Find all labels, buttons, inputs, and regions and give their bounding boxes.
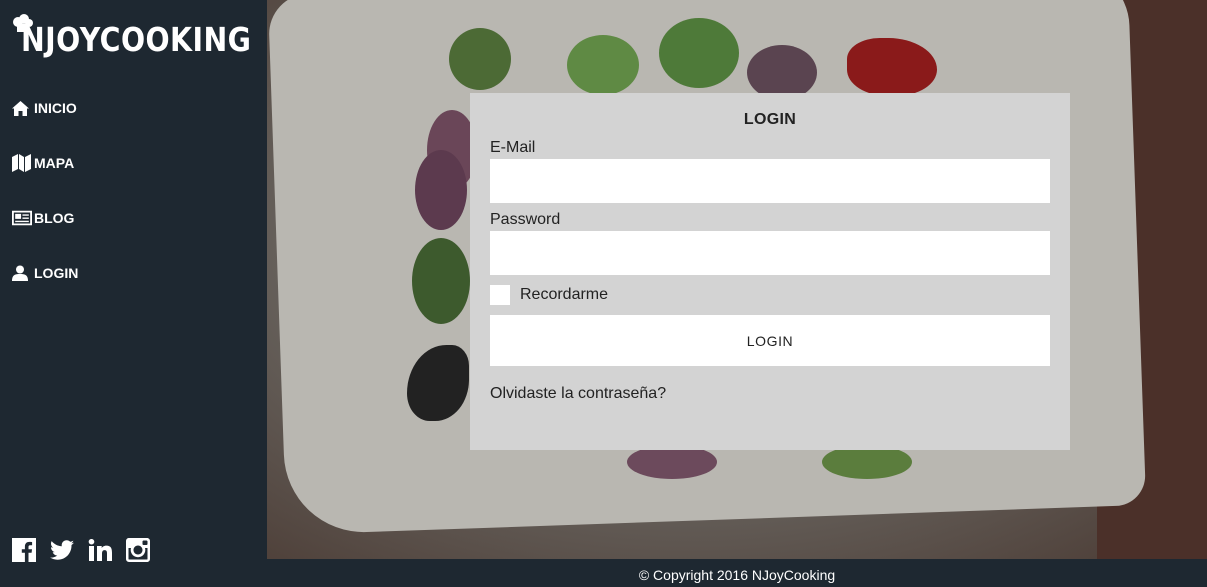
- linkedin-icon[interactable]: [88, 538, 112, 562]
- login-button[interactable]: LOGIN: [490, 315, 1050, 366]
- map-icon: [12, 154, 32, 172]
- sidebar: NJOYCOOKING INICIO MAPA BLOG LOGIN: [0, 0, 267, 587]
- footer: © Copyright 2016 NJoyCooking: [267, 559, 1207, 587]
- copyright-text: © Copyright 2016 NJoyCooking: [638, 567, 836, 583]
- tomatillo: [412, 238, 470, 324]
- forgot-password-link[interactable]: Olvidaste la contraseña?: [490, 385, 1050, 403]
- remember-checkbox[interactable]: [490, 285, 510, 305]
- email-label: E-Mail: [490, 139, 536, 156]
- nav-item-label: BLOG: [34, 210, 75, 226]
- tomatillo: [822, 445, 912, 479]
- tomatillo: [659, 18, 739, 88]
- user-icon: [12, 264, 32, 282]
- nav-item-login[interactable]: LOGIN: [12, 261, 78, 285]
- main-nav: INICIO MAPA BLOG LOGIN: [12, 96, 78, 316]
- password-field[interactable]: [490, 231, 1050, 275]
- nav-item-label: INICIO: [34, 100, 77, 116]
- remember-label: Recordarme: [520, 286, 609, 303]
- remember-row: Recordarme: [490, 285, 1050, 305]
- nav-item-label: LOGIN: [34, 265, 79, 281]
- brand-name: NJOYCOOKING: [21, 20, 252, 59]
- nav-item-mapa[interactable]: MAPA: [12, 151, 78, 175]
- nav-item-label: MAPA: [34, 155, 75, 171]
- login-title: LOGIN: [743, 111, 797, 128]
- email-field[interactable]: [490, 159, 1050, 203]
- facebook-icon[interactable]: [12, 538, 36, 562]
- newspaper-icon: [12, 209, 32, 227]
- purple-tomatillo: [415, 150, 467, 230]
- purple-tomatillo: [627, 445, 717, 479]
- tomatillo: [449, 28, 511, 90]
- password-label: Password: [490, 211, 561, 228]
- tomatillo: [567, 35, 639, 95]
- purple-tomatillo: [747, 45, 817, 100]
- nav-item-inicio[interactable]: INICIO: [12, 96, 78, 120]
- home-icon: [12, 99, 32, 117]
- twitter-icon[interactable]: [50, 538, 74, 562]
- social-links: [12, 538, 164, 562]
- nav-item-blog[interactable]: BLOG: [12, 206, 78, 230]
- instagram-icon[interactable]: [126, 538, 150, 562]
- login-panel: LOGIN E-Mail Password Recordarme LOGIN O…: [470, 93, 1070, 450]
- brand-logo[interactable]: NJOYCOOKING: [12, 14, 252, 66]
